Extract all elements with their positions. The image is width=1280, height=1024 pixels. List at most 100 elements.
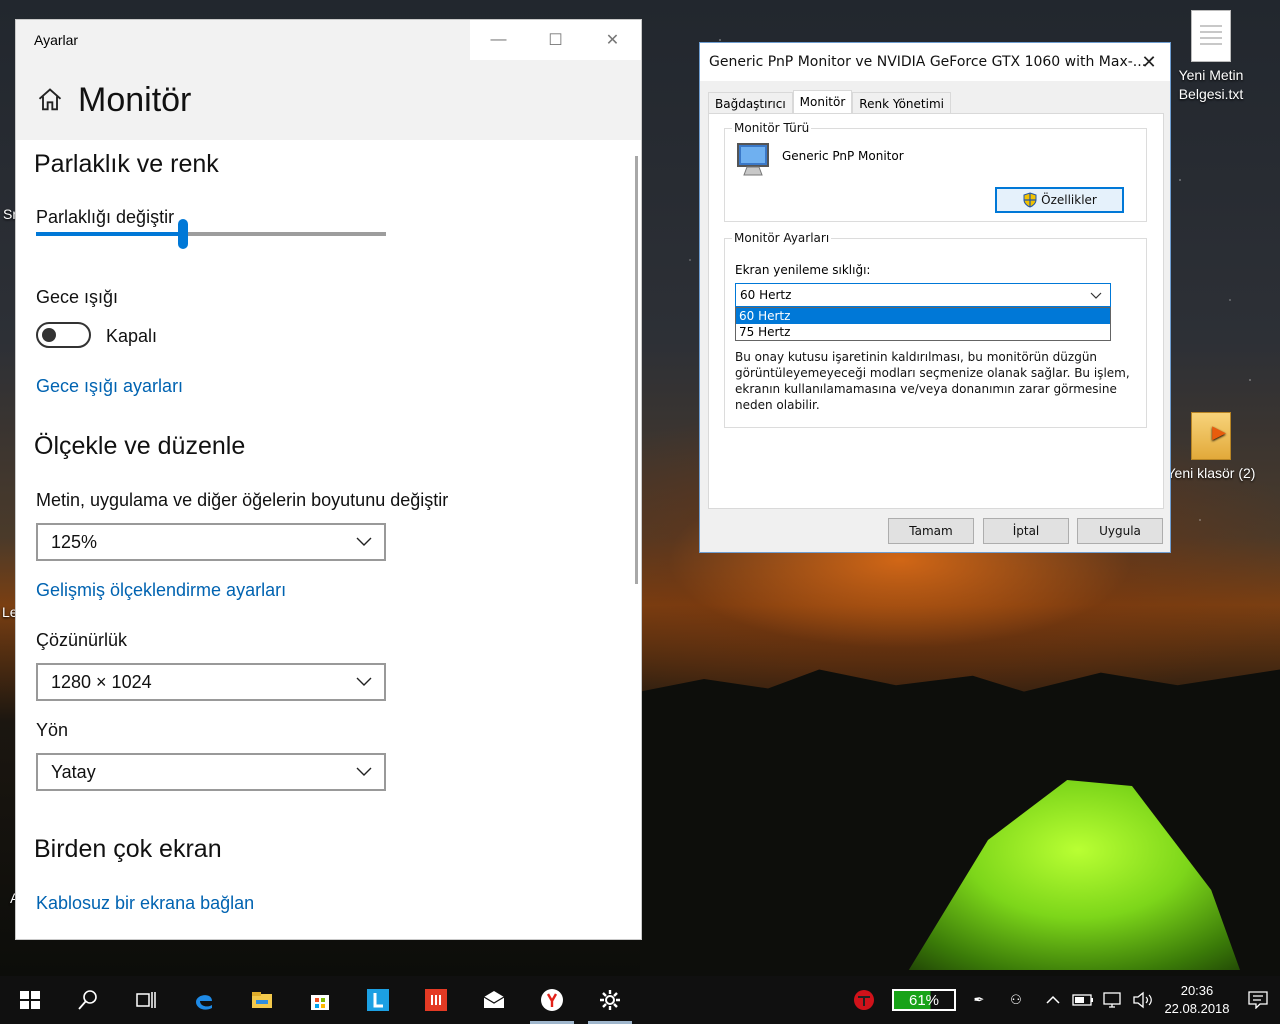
refresh-rate-options-list: 60 Hertz 75 Hertz [735,307,1111,341]
refresh-rate-option[interactable]: 75 Hertz [736,324,1110,340]
cancel-button[interactable]: İptal [983,518,1069,544]
brightness-slider-fill [36,232,183,236]
tray-people[interactable]: ⚇ [994,976,1038,1024]
system-tray: 61% ✒ ⚇ 20:36 22.08.2018 [844,976,1280,1024]
clock[interactable]: 20:36 22.08.2018 [1158,982,1236,1018]
chevron-down-icon [356,767,372,776]
maximize-icon[interactable]: ☐ [527,20,584,60]
scale-value: 125% [51,531,98,552]
network-icon [1103,992,1121,1008]
desktop-icon-folder[interactable]: Yeni klasör (2) [1163,412,1259,483]
resolution-dropdown[interactable]: 1280 × 1024 [36,663,386,701]
store-icon [311,995,329,1010]
people-icon: ⚇ [1010,992,1022,1007]
tray-volume[interactable] [1128,976,1158,1024]
file-explorer-icon [252,992,272,1008]
taskbar-edge[interactable] [180,976,228,1024]
night-light-label: Gece ışığı [36,287,119,307]
search-button[interactable] [64,976,112,1024]
uac-shield-icon [1023,192,1037,208]
taskbar-yandex-browser[interactable] [528,976,576,1024]
ok-button[interactable]: Tamam [888,518,974,544]
scale-label: Metin, uygulama ve diğer öğelerin boyutu… [36,490,449,510]
page-title: Monitör [78,80,192,119]
desktop-icon-text-file[interactable]: Yeni Metin Belgesi.txt [1163,10,1259,104]
tray-battery[interactable] [1068,976,1098,1024]
chevron-down-icon [1090,292,1102,299]
brightness-label: Parlaklığı değiştir [36,207,175,227]
folder-icon [1191,412,1231,460]
chevron-up-icon [1046,995,1060,1004]
monitor-properties-dialog: Generic PnP Monitor ve NVIDIA GeForce GT… [699,42,1171,553]
yandex-browser-icon [541,989,563,1011]
night-light-settings-link[interactable]: Gece ışığı ayarları [36,376,183,397]
battery-icon [1072,994,1093,1006]
refresh-rate-option[interactable]: 60 Hertz [736,308,1110,324]
properties-button-label: Özellikler [1041,193,1097,207]
dialog-titlebar[interactable]: Generic PnP Monitor ve NVIDIA GeForce GT… [700,43,1170,81]
warning-text: Bu onay kutusu işaretinin kaldırılması, … [735,350,1130,412]
group-title: Monitör Ayarları [732,231,832,245]
tab-adapter[interactable]: Bağdaştırıcı [708,92,793,115]
battery-indicator[interactable]: 61% [892,989,956,1011]
section-heading-scale: Ölçekle ve düzenle [34,432,246,460]
group-title: Monitör Türü [732,121,812,135]
wireless-display-link[interactable]: Kablosuz bir ekrana bağlan [36,893,254,914]
brightness-slider-thumb[interactable] [178,219,188,249]
mail-icon [483,991,505,1008]
apply-button[interactable]: Uygula [1077,518,1163,544]
speaker-icon [1133,991,1152,1009]
chevron-down-icon [356,677,372,686]
orientation-value: Yatay [51,761,96,782]
text-file-icon [1191,10,1231,62]
tray-red-app[interactable] [844,976,884,1024]
desktop-icon-label: Yeni Metin Belgesi.txt [1178,67,1244,102]
settings-titlebar[interactable]: Ayarlar — ☐ ✕ [16,20,641,60]
pen-icon: ✒ [973,992,985,1007]
properties-button[interactable]: Özellikler [995,187,1124,213]
night-light-state: Kapalı [106,326,158,346]
red-circle-app-icon [854,990,874,1010]
close-icon[interactable]: ✕ [584,20,641,60]
night-light-toggle[interactable] [36,322,91,348]
chevron-down-icon [356,537,372,546]
red-app-icon [425,989,447,1011]
notification-icon [1248,991,1268,1009]
minimize-icon[interactable]: — [470,20,527,60]
windows-logo-icon [20,991,40,1009]
monitor-type-group: Monitör Türü Generic PnP Monitor Özellik… [724,121,1147,222]
settings-header: Monitör [16,60,641,140]
tray-pen[interactable]: ✒ [964,976,994,1024]
scrollbar[interactable] [635,156,638,584]
resolution-label: Çözünürlük [36,630,128,650]
section-heading-multi-display: Birden çok ekran [34,835,222,863]
gear-icon [600,990,620,1010]
orientation-dropdown[interactable]: Yatay [36,753,386,791]
desktop-icon-label: Yeni klasör (2) [1166,465,1256,481]
tray-show-hidden[interactable] [1038,976,1068,1024]
task-view-button[interactable] [122,976,170,1024]
advanced-scaling-link[interactable]: Gelişmiş ölçeklendirme ayarları [36,580,286,601]
taskbar-mail[interactable] [470,976,518,1024]
clock-time: 20:36 [1180,983,1214,998]
clock-date: 22.08.2018 [1164,1001,1230,1016]
taskbar-store[interactable] [296,976,344,1024]
refresh-rate-label: Ekran yenileme sıklığı: [735,263,871,277]
taskbar-app-l[interactable] [354,976,402,1024]
taskbar-settings[interactable] [586,976,634,1024]
tab-color-management[interactable]: Renk Yönetimi [852,92,951,115]
refresh-rate-combobox[interactable]: 60 Hertz [735,283,1111,307]
task-view-icon [136,992,156,1008]
close-icon[interactable]: ✕ [1136,49,1162,75]
brightness-slider[interactable] [36,219,386,249]
taskbar-file-explorer[interactable] [238,976,286,1024]
taskbar-app-red[interactable] [412,976,460,1024]
start-button[interactable] [6,976,54,1024]
scale-dropdown[interactable]: 125% [36,523,386,561]
tab-monitor[interactable]: Monitör [792,90,853,115]
action-center-button[interactable] [1236,976,1280,1024]
home-icon[interactable] [36,86,64,114]
monitor-settings-group: Monitör Ayarları Ekran yenileme sıklığı:… [724,231,1147,428]
tray-network[interactable] [1098,976,1128,1024]
dialog-title: Generic PnP Monitor ve NVIDIA GeForce GT… [709,54,1147,70]
